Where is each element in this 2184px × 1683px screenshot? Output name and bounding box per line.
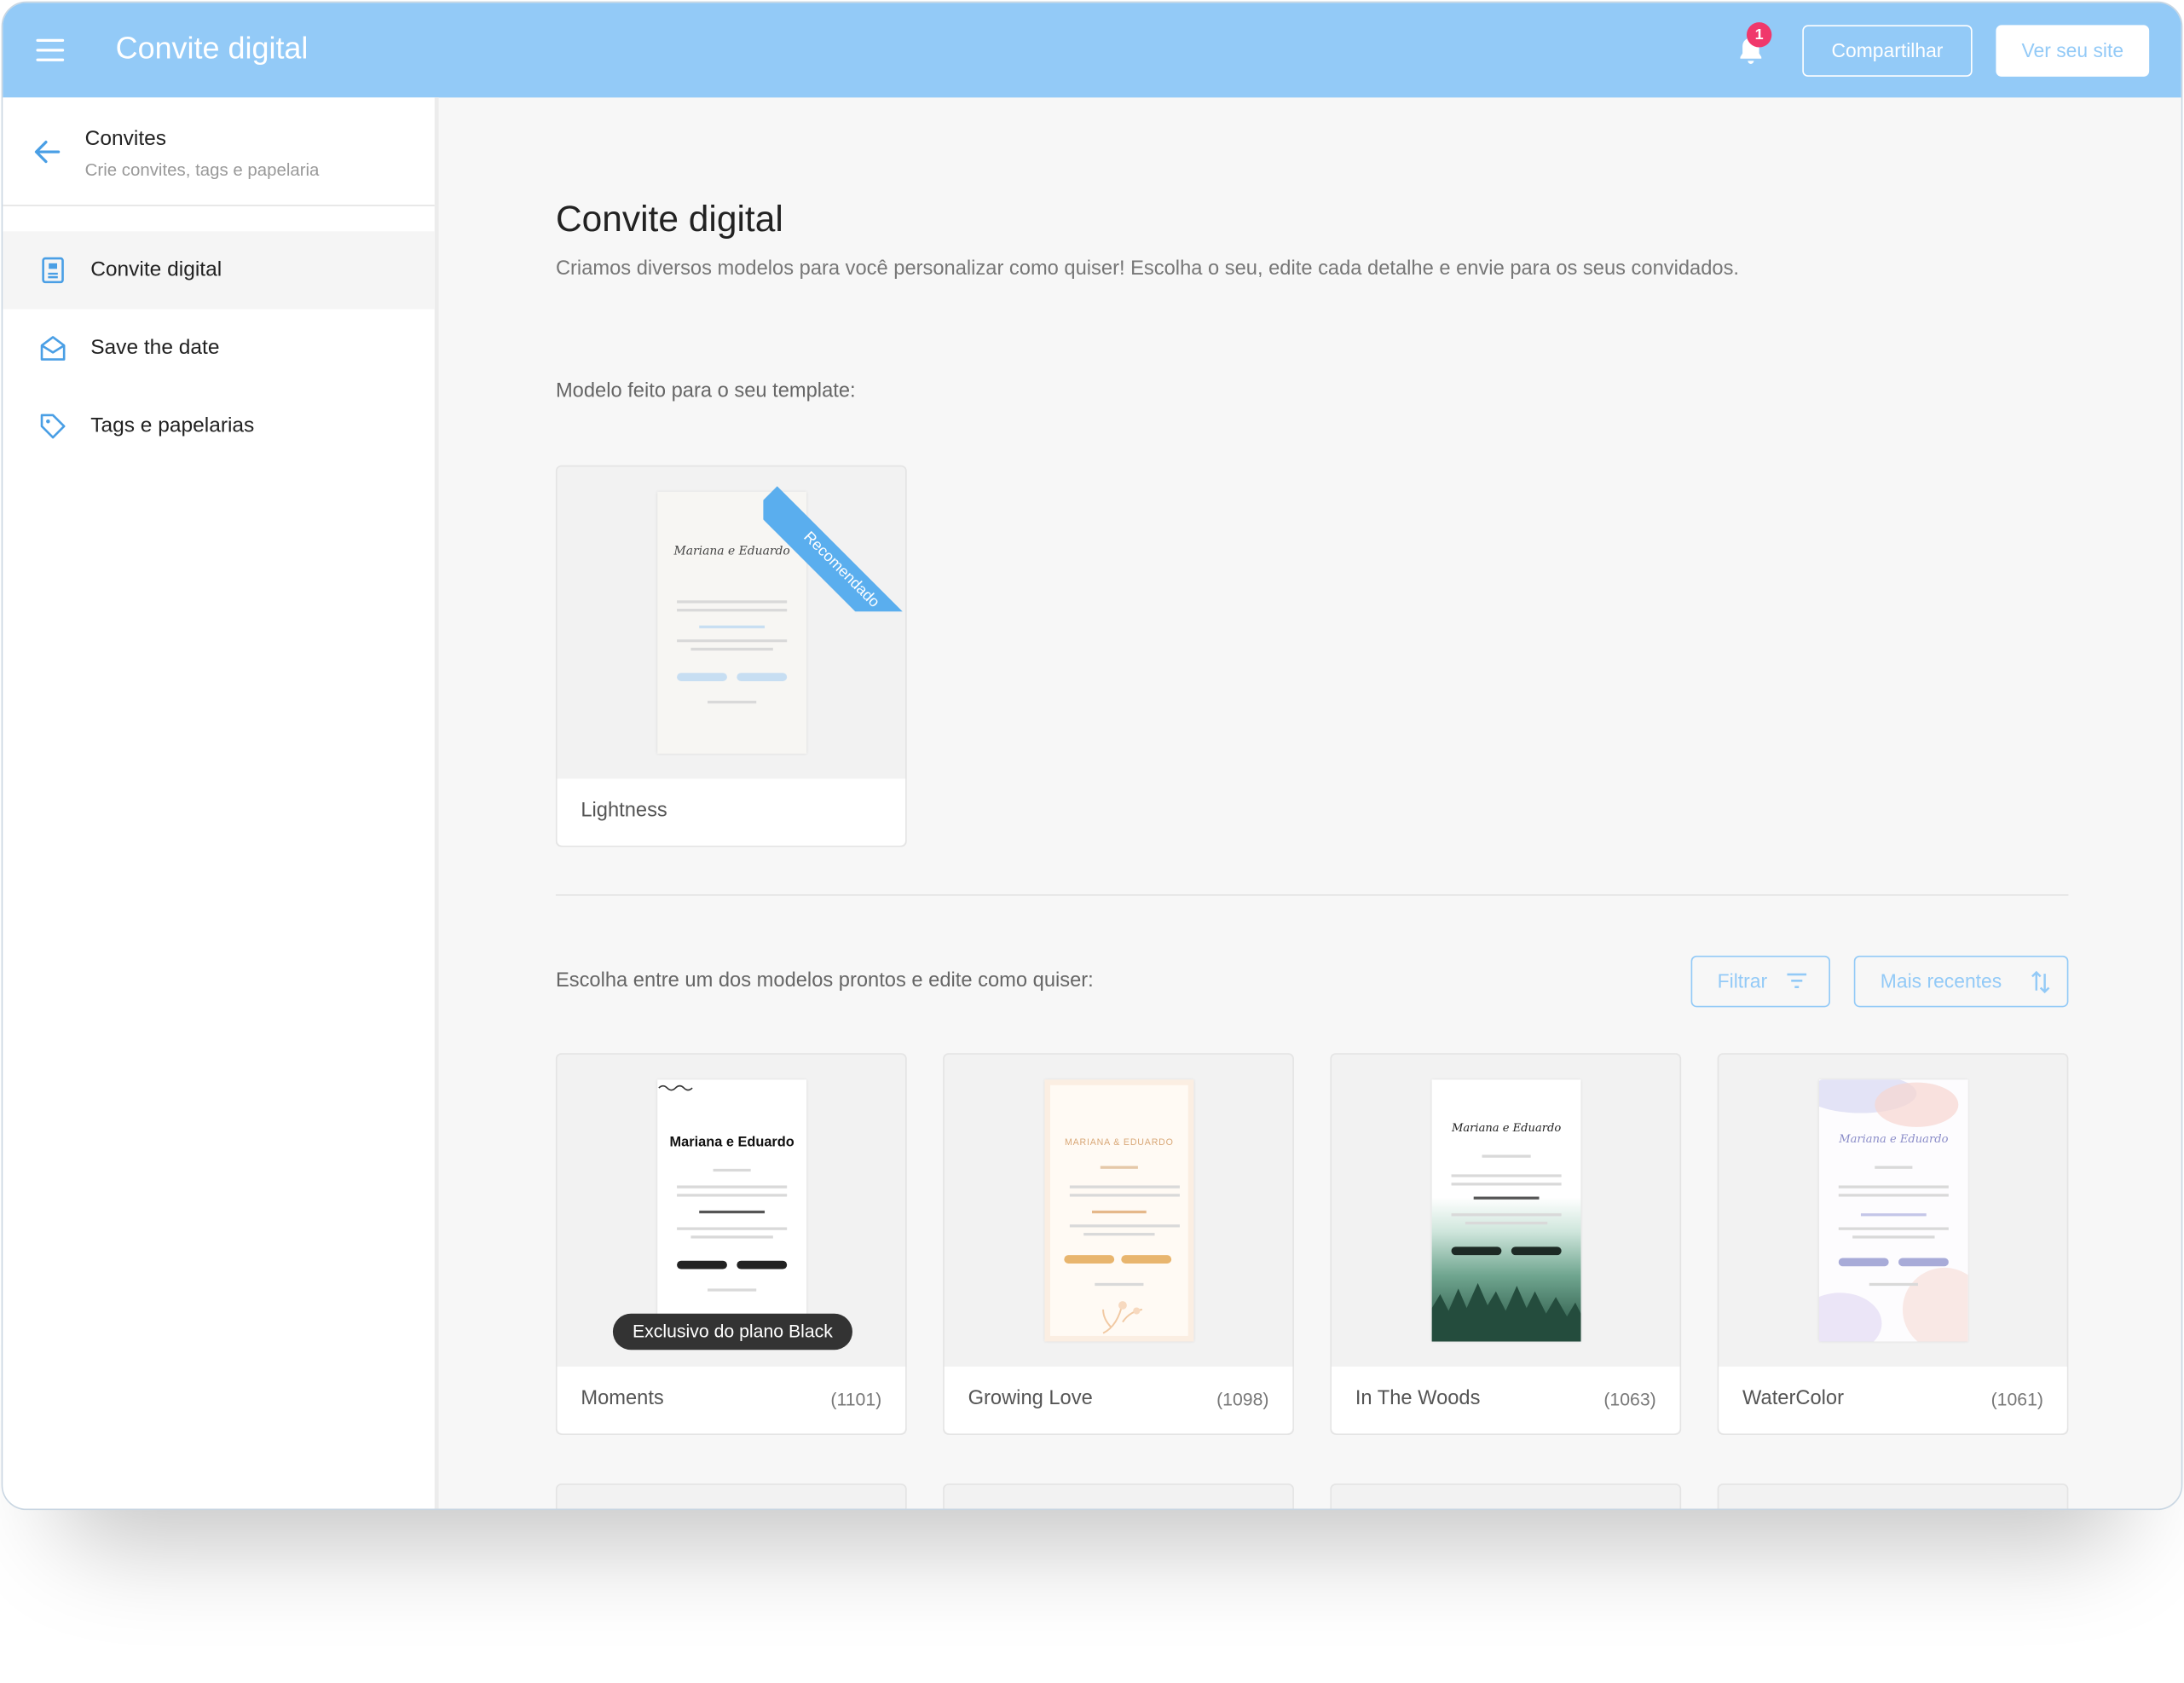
- sort-label: Mais recentes: [1880, 969, 2002, 992]
- invitation-icon: [42, 257, 64, 284]
- preview-title: MARIANA & EDUARDO: [1064, 1137, 1174, 1148]
- top-bar: Convite digital 1 Compartilhar Ver seu s…: [3, 3, 2181, 98]
- sidebar-item-convite-digital[interactable]: Convite digital: [3, 231, 435, 309]
- app-window: Convite digital 1 Compartilhar Ver seu s…: [1, 1, 2183, 1511]
- catalog-heading: Escolha entre um dos modelos prontos e e…: [555, 969, 1094, 992]
- page-stage: Convite digital 1 Compartilhar Ver seu s…: [0, 0, 2184, 1683]
- floral-decoration: [1102, 1301, 1143, 1334]
- preview-title: Mariana e Eduardo: [669, 1135, 794, 1151]
- sidebar-item-save-the-date[interactable]: Save the date: [3, 309, 435, 388]
- view-site-button[interactable]: Ver seu site: [1996, 25, 2150, 77]
- page-title: Convite digital: [555, 198, 783, 240]
- recommended-template-card[interactable]: Mariana e Eduardo Recomendado Lightness: [555, 465, 922, 847]
- template-card-next[interactable]: [1717, 1483, 2069, 1509]
- template-name: In The Woods: [1355, 1387, 1481, 1410]
- sidebar: Convites Crie convites, tags e papelaria…: [3, 97, 439, 1509]
- exclusive-badge: Exclusivo do plano Black: [612, 1313, 852, 1350]
- sidebar-item-label: Tags e papelarias: [90, 414, 255, 438]
- card-footer: Moments (1101): [557, 1366, 906, 1434]
- sort-icon: [2031, 970, 2050, 994]
- template-count: (1101): [830, 1389, 882, 1410]
- preview-title: Mariana e Eduardo: [1839, 1132, 1949, 1146]
- template-card-in-the-woods[interactable]: Mariana e Eduardo In The Woods (1063): [1330, 1053, 1682, 1435]
- section-divider: [555, 894, 2069, 896]
- template-preview: MARIANA & EDUARDO: [1044, 1079, 1194, 1342]
- template-name: Growing Love: [968, 1387, 1093, 1410]
- forest-decoration: [1431, 1282, 1581, 1342]
- main-content: Convite digital Criamos diversos modelos…: [443, 97, 2181, 1509]
- template-preview: Mariana e Eduardo: [1431, 1079, 1581, 1342]
- ribbon-label: Recomendado: [800, 529, 883, 611]
- template-card-next[interactable]: [1330, 1483, 1682, 1509]
- preview-title: Mariana e Eduardo: [1451, 1121, 1562, 1135]
- sidebar-subtitle: Crie convites, tags e papelaria: [84, 159, 320, 180]
- template-preview: Mariana e Eduardo: [1818, 1079, 1968, 1342]
- page-description: Criamos diversos modelos para você perso…: [555, 257, 1740, 280]
- sidebar-item-label: Convite digital: [90, 257, 222, 282]
- share-button[interactable]: Compartilhar: [1802, 25, 1973, 77]
- tag-icon: [40, 414, 66, 439]
- template-card-moments[interactable]: Mariana e Eduardo Exclusivo do plano Bla…: [555, 1053, 907, 1435]
- card-footer: Lightness: [557, 778, 906, 846]
- template-card-next[interactable]: [555, 1483, 907, 1509]
- watercolor-decoration: [1818, 1079, 1968, 1342]
- card-footer: WaterColor (1061): [1719, 1366, 2067, 1434]
- envelope-icon: [40, 336, 66, 361]
- sidebar-item-label: Save the date: [90, 335, 220, 360]
- menu-icon[interactable]: [36, 38, 65, 61]
- template-name: Moments: [581, 1387, 664, 1410]
- card-footer: Growing Love (1098): [944, 1366, 1293, 1434]
- app-title: Convite digital: [115, 30, 309, 66]
- template-count: (1098): [1216, 1389, 1269, 1410]
- sidebar-title: Convites: [84, 126, 167, 151]
- sidebar-item-tags[interactable]: Tags e papelarias: [3, 387, 435, 466]
- recommended-ribbon: Recomendado: [763, 453, 922, 612]
- template-count: (1063): [1603, 1389, 1656, 1410]
- template-name: Lightness: [581, 799, 667, 823]
- template-card-growing-love[interactable]: MARIANA & EDUARDO Growing Love (1098): [943, 1053, 1294, 1435]
- template-card-next[interactable]: [943, 1483, 1294, 1509]
- recommended-heading: Modelo feito para o seu template:: [555, 380, 856, 403]
- template-name: WaterColor: [1742, 1387, 1844, 1410]
- back-arrow-icon[interactable]: [33, 139, 61, 164]
- template-card-watercolor[interactable]: Mariana e Eduardo WaterColor (1061): [1717, 1053, 2069, 1435]
- notification-badge: 1: [1746, 22, 1772, 48]
- wave-decoration: [658, 1084, 693, 1091]
- filter-button[interactable]: Filtrar: [1690, 955, 1830, 1008]
- template-count: (1061): [1990, 1389, 2043, 1410]
- filter-icon: [1787, 973, 1807, 988]
- sidebar-header: Convites Crie convites, tags e papelaria: [3, 97, 435, 206]
- template-preview: Mariana e Eduardo: [657, 1079, 807, 1342]
- sort-button[interactable]: Mais recentes: [1853, 955, 2069, 1008]
- card-footer: In The Woods (1063): [1332, 1366, 1680, 1434]
- filter-label: Filtrar: [1717, 969, 1768, 992]
